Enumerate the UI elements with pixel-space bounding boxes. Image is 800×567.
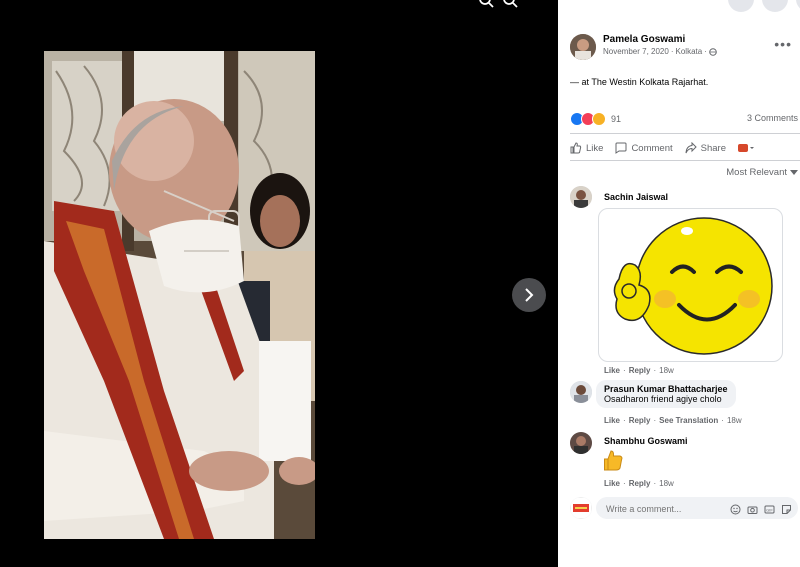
comment-time[interactable]: 18w xyxy=(659,366,674,375)
sort-comments-dropdown[interactable]: Most Relevant xyxy=(726,167,798,178)
share-as-selector[interactable] xyxy=(737,143,754,153)
dot-separator: · xyxy=(623,416,626,425)
reaction-count: 91 xyxy=(611,114,622,124)
dot-separator: · xyxy=(721,416,724,425)
sort-label: Most Relevant xyxy=(726,167,787,178)
photo-viewer xyxy=(0,0,558,567)
more-options-icon[interactable]: ••• xyxy=(774,36,792,52)
thumbs-up-icon xyxy=(570,142,582,154)
dot-separator: · xyxy=(653,479,657,488)
chevron-down-icon xyxy=(790,169,798,175)
commenter-name[interactable]: Shambhu Goswami xyxy=(604,436,688,446)
comment-bubble: Prasun Kumar Bhattacharjee Osadharon fri… xyxy=(596,380,736,408)
comment-label: Comment xyxy=(631,142,673,154)
chevron-right-icon xyxy=(525,288,534,302)
next-photo-button[interactable] xyxy=(512,278,546,312)
comments-count-link[interactable]: 3 Comments xyxy=(747,113,798,123)
comment-input[interactable] xyxy=(604,500,718,518)
thumbs-up-emoji-icon xyxy=(604,450,624,477)
gif-icon[interactable]: GIF xyxy=(764,502,775,514)
comment-text: Osadharon friend agiye cholo xyxy=(604,394,722,404)
comment-reply-link[interactable]: Reply xyxy=(629,366,651,375)
comment-like-link[interactable]: Like xyxy=(604,366,620,375)
emoji-icon[interactable] xyxy=(730,502,741,515)
author-name[interactable]: Pamela Goswami xyxy=(603,34,685,45)
commenter-avatar[interactable] xyxy=(570,186,592,208)
comment-icon xyxy=(615,142,627,154)
share-icon xyxy=(685,142,697,154)
post-side-panel: Pamela Goswami November 7, 2020 · Kolkat… xyxy=(558,0,800,567)
globe-icon xyxy=(709,47,717,56)
comment-reply-link[interactable]: Reply xyxy=(629,416,651,425)
fullscreen-icon[interactable] xyxy=(526,0,536,13)
share-label: Share xyxy=(700,142,726,154)
page-avatar-icon xyxy=(737,144,754,152)
comment-sticker xyxy=(598,208,783,362)
header-button[interactable] xyxy=(762,0,788,12)
meta-separator: · xyxy=(670,47,674,56)
dot-separator: · xyxy=(623,479,626,488)
comment-like-link[interactable]: Like xyxy=(604,479,620,488)
commenter-name[interactable]: Prasun Kumar Bhattacharjee xyxy=(604,384,728,394)
comment-button[interactable]: Comment xyxy=(615,142,673,154)
sticker-icon[interactable] xyxy=(781,502,792,514)
dot-separator: · xyxy=(653,366,657,375)
comment-time[interactable]: 18w xyxy=(727,416,742,425)
header-button[interactable] xyxy=(728,0,754,12)
current-user-avatar xyxy=(570,497,592,519)
share-button[interactable]: Share xyxy=(685,142,726,154)
svg-text:GIF: GIF xyxy=(766,508,773,513)
post-location-text: — at The Westin Kolkata Rajarhat. xyxy=(570,77,709,87)
commenter-avatar[interactable] xyxy=(570,381,592,403)
zoom-in-icon[interactable] xyxy=(478,0,494,13)
photo-image xyxy=(44,51,315,539)
comment-time[interactable]: 18w xyxy=(659,479,674,488)
haha-reaction-icon xyxy=(592,112,606,126)
author-avatar[interactable] xyxy=(570,34,596,60)
like-button[interactable]: Like xyxy=(570,142,603,154)
reaction-summary[interactable]: 91 xyxy=(570,112,621,126)
ok-smiley-sticker-icon xyxy=(613,217,773,355)
commenter-name[interactable]: Sachin Jaiswal xyxy=(604,192,668,202)
post-photo xyxy=(44,51,315,539)
like-label: Like xyxy=(586,142,604,154)
comment-like-link[interactable]: Like xyxy=(604,416,620,425)
comment-actions: Like · Reply · 18w xyxy=(604,366,674,375)
dot-separator: · xyxy=(623,366,626,375)
header-button[interactable] xyxy=(796,0,800,12)
camera-icon[interactable] xyxy=(747,502,758,514)
comment-actions: Like · Reply · 18w xyxy=(604,479,674,488)
post-date[interactable]: November 7, 2020 xyxy=(603,47,669,56)
divider xyxy=(570,133,800,134)
post-actions-bar: Like Comment Share xyxy=(570,139,800,157)
dot-separator: · xyxy=(653,416,657,425)
see-translation-link[interactable]: See Translation xyxy=(659,416,718,425)
meta-separator: · xyxy=(704,47,707,56)
comment-reply-link[interactable]: Reply xyxy=(629,479,651,488)
post-meta: November 7, 2020 · Kolkata · xyxy=(603,47,717,56)
commenter-avatar[interactable] xyxy=(570,432,592,454)
comment-actions: Like · Reply · See Translation · 18w xyxy=(604,416,742,425)
post-place[interactable]: Kolkata xyxy=(676,47,703,56)
divider xyxy=(570,160,800,161)
write-comment-box[interactable]: GIF xyxy=(596,497,798,519)
viewer-toolbar xyxy=(478,0,536,13)
comment-input-tools: GIF xyxy=(730,502,792,515)
zoom-out-icon[interactable] xyxy=(502,0,518,13)
